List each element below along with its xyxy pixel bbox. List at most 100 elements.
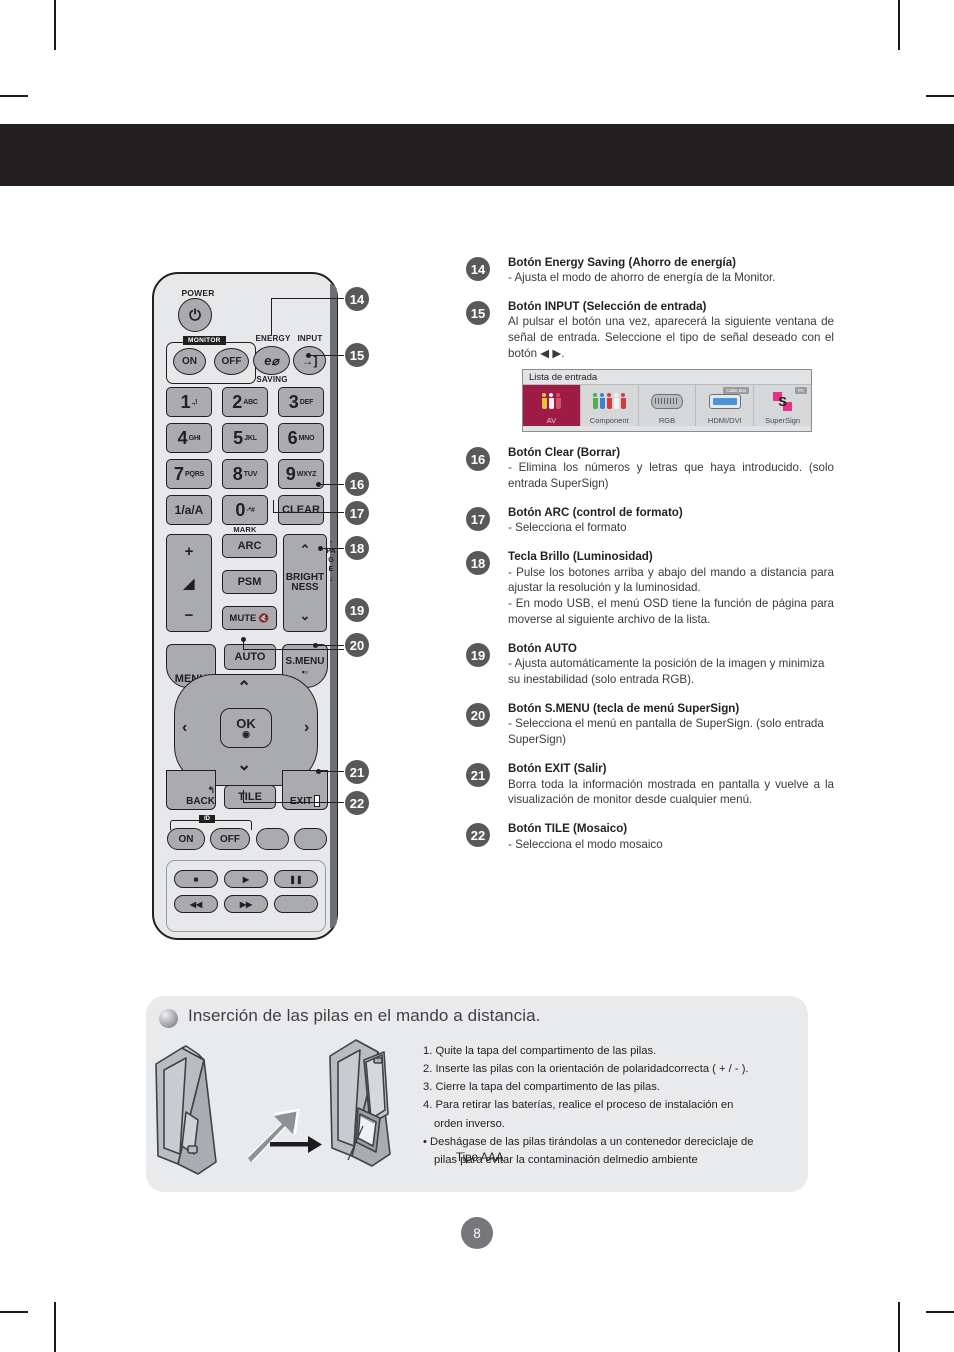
id-on-button[interactable]: ON [167, 828, 205, 850]
text-15: Al pulsar el botón una vez, aparecerá la… [508, 315, 834, 361]
psm-button[interactable]: PSM [222, 570, 277, 594]
back-label: BACK [186, 796, 215, 807]
osd-input-row: AV Component RGB Cable Box HDMI/DVI PC S… [523, 384, 811, 427]
key-1[interactable]: 1.,! [166, 387, 212, 417]
crop-mark-bottom-right-v [898, 1302, 900, 1352]
osd-title: Lista de entrada [529, 372, 598, 384]
id-off-button[interactable]: OFF [210, 828, 250, 850]
auto-button[interactable]: AUTO [224, 644, 276, 670]
crop-mark-bottom-right-h [926, 1311, 954, 1313]
supersign-logo-icon: S [773, 385, 793, 417]
text-21: Borra toda la información mostrada en pa… [508, 777, 834, 807]
key-clear[interactable]: CLEAR [278, 495, 324, 525]
fast-forward-button[interactable]: ▶▶ [224, 895, 268, 913]
osd-input-supersign[interactable]: PC S SuperSign [754, 385, 811, 427]
key-0[interactable]: 0 -*# [222, 495, 268, 525]
blank-media-button[interactable] [274, 895, 318, 913]
crop-mark-top-right-h [926, 95, 954, 97]
crop-mark-bottom-left-v [54, 1302, 56, 1352]
crop-mark-top-right-v [898, 0, 900, 50]
play-button[interactable]: ▶ [224, 870, 268, 888]
remote-callout-18: 18 [345, 536, 369, 560]
input-label: INPUT [297, 334, 323, 343]
title-19: Botón AUTO [508, 642, 577, 656]
text-20: - Selecciona el menú en pantalla de Supe… [508, 717, 824, 747]
leader-15-h [308, 355, 344, 357]
text-22: - Selecciona el modo mosaico [508, 837, 663, 851]
key-4[interactable]: 4 GHI [166, 423, 212, 453]
nav-down-icon[interactable]: ⌄ [237, 755, 251, 775]
nav-right-icon[interactable]: › [304, 719, 309, 737]
ok-dot-icon: ◉ [242, 729, 250, 739]
battery-step-2: 2. Inserte las pilas con la orientación … [423, 1063, 749, 1076]
battery-step-3: 3. Cierre la tapa del compartimento de l… [423, 1081, 660, 1094]
text-17: - Selecciona el formato [508, 521, 627, 535]
text-18b: - En modo USB, el menú OSD tiene la func… [508, 597, 834, 627]
ok-button[interactable]: OK ◉ [220, 708, 272, 748]
badge-16: 16 [466, 447, 490, 472]
title-22: Botón TILE (Mosaico) [508, 822, 628, 836]
remote-callout-15: 15 [345, 343, 369, 367]
dsub-connector-icon [650, 385, 683, 417]
leader-14-h [271, 298, 344, 300]
title-18: Tecla Brillo (Luminosidad) [508, 550, 653, 564]
brightness-up-icon[interactable]: ⌃ [300, 543, 311, 557]
description-item-15: 15 Botón INPUT (Selección de entrada) Al… [466, 299, 834, 433]
key-8[interactable]: 8 TUV [222, 459, 268, 489]
monitor-off-button[interactable]: OFF [214, 348, 249, 375]
id-label-badge: ID [199, 815, 215, 823]
mark-label: MARK [233, 525, 257, 534]
key-2[interactable]: 2 ABC [222, 387, 268, 417]
crop-mark-top-left-v [54, 0, 56, 50]
rca-av-icon [541, 385, 562, 417]
input-button[interactable]: →] [293, 346, 326, 375]
energy-saving-button[interactable]: e ⌀ [253, 346, 290, 375]
leader-22-h [243, 802, 344, 804]
badge-20: 20 [466, 703, 490, 728]
osd-tag-hdmi: Cable Box [723, 387, 750, 394]
key-6[interactable]: 6 MNO [278, 423, 324, 453]
brightness-label-1: BRIGHT [285, 571, 325, 583]
exit-bar-icon [314, 795, 321, 807]
remote-callout-20: 20 [345, 633, 369, 657]
volume-up-icon[interactable]: + [185, 543, 194, 560]
rca-component-icon [592, 385, 627, 417]
blank-button-2[interactable] [294, 828, 327, 850]
badge-21: 21 [466, 763, 490, 788]
key-3[interactable]: 3 DEF [278, 387, 324, 417]
button-descriptions: 14 Botón Energy Saving (Ahorro de energí… [466, 255, 834, 865]
back-arrow-icon: ↰ [207, 785, 215, 795]
battery-heading: Inserción de las pilas en el mando a dis… [188, 1006, 541, 1025]
nav-up-icon[interactable]: ⌃ [237, 678, 251, 698]
volume-down-icon[interactable]: − [185, 607, 194, 624]
mute-button[interactable]: MUTE 🔇 [222, 606, 277, 630]
tile-button[interactable]: TILE [224, 785, 276, 809]
input-list-osd: Lista de entrada AV Component RGB Cable … [522, 369, 812, 433]
pause-button[interactable]: ❚❚ [274, 870, 318, 888]
osd-input-component[interactable]: Component [580, 385, 639, 427]
exit-button[interactable]: EXIT [282, 770, 328, 810]
osd-input-rgb[interactable]: RGB [638, 385, 697, 427]
nav-left-icon[interactable]: ‹ [182, 719, 187, 737]
badge-14: 14 [466, 257, 490, 281]
description-item-14: 14 Botón Energy Saving (Ahorro de energí… [466, 255, 834, 286]
osd-tag-supersign: PC [794, 387, 807, 394]
key-alpha-toggle[interactable]: 1/a/A [166, 495, 212, 525]
back-button[interactable]: ↰ BACK [166, 770, 216, 810]
stop-button[interactable]: ■ [174, 870, 218, 888]
key-7[interactable]: 7 PQRS [166, 459, 212, 489]
osd-input-hdmi[interactable]: Cable Box HDMI/DVI [696, 385, 755, 427]
key-5[interactable]: 5 JKL [222, 423, 268, 453]
osd-input-av[interactable]: AV [523, 385, 581, 427]
battery-illustration [155, 1039, 391, 1175]
monitor-on-button[interactable]: ON [173, 348, 206, 375]
remote-callout-16: 16 [345, 472, 369, 496]
badge-15: 15 [466, 301, 490, 326]
blank-button-1[interactable] [256, 828, 289, 850]
brightness-down-icon[interactable]: ⌄ [300, 609, 311, 623]
arc-button[interactable]: ARC [222, 534, 277, 558]
volume-rocker[interactable]: + ◢ − [166, 534, 212, 632]
rewind-button[interactable]: ◀◀ [174, 895, 218, 913]
battery-step-4-cont: orden inverso. [434, 1117, 505, 1130]
power-button[interactable]: ⏻ [178, 298, 212, 332]
